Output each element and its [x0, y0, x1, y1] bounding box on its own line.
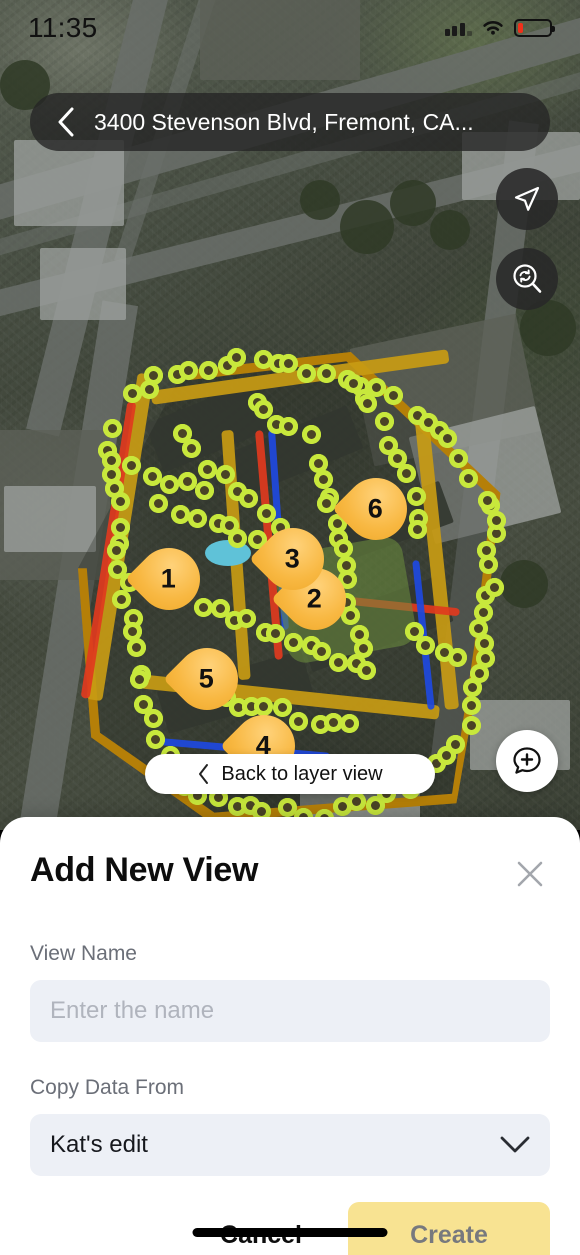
asset-marker[interactable] [279, 416, 299, 436]
chevron-down-icon [500, 1136, 530, 1152]
asset-marker[interactable] [122, 384, 142, 403]
asset-marker[interactable] [170, 505, 190, 525]
map-pin-label: 6 [368, 493, 384, 524]
address-bar[interactable]: 3400 Stevenson Blvd, Fremont, CA... [30, 93, 550, 151]
chevron-left-icon[interactable] [56, 106, 76, 138]
asset-marker[interactable] [473, 602, 493, 622]
map-tree [430, 210, 470, 250]
research-area-button[interactable] [496, 248, 558, 310]
sheet-header: Add New View [30, 851, 550, 894]
map-parking-lot [200, 0, 360, 80]
asset-marker[interactable] [354, 638, 374, 658]
navigate-arrow-icon [514, 186, 540, 211]
chevron-left-icon [199, 764, 209, 784]
copy-data-from-label: Copy Data From [30, 1076, 185, 1099]
asset-marker[interactable] [448, 448, 468, 468]
add-comment-button[interactable] [496, 730, 558, 792]
map-pin-label: 3 [285, 543, 301, 574]
view-name-label: View Name [30, 942, 137, 965]
asset-marker[interactable] [236, 608, 256, 628]
address-text: 3400 Stevenson Blvd, Fremont, CA... [94, 108, 474, 135]
copy-data-from-value: Kat's edit [50, 1131, 148, 1158]
asset-marker[interactable] [297, 363, 316, 383]
asset-marker[interactable] [106, 540, 126, 560]
map-building [40, 248, 126, 320]
map-tree [300, 180, 340, 220]
chat-plus-icon [513, 747, 541, 774]
asset-marker[interactable] [160, 474, 180, 494]
asset-marker[interactable] [253, 696, 273, 716]
asset-marker[interactable] [383, 386, 403, 405]
asset-marker[interactable] [195, 480, 215, 500]
asset-marker[interactable] [110, 492, 130, 512]
map-pin-label: 1 [161, 563, 177, 594]
navigate-button[interactable] [496, 168, 558, 230]
asset-marker[interactable] [407, 486, 426, 506]
map-building [14, 140, 124, 226]
asset-marker[interactable] [178, 360, 198, 380]
asset-marker[interactable] [461, 695, 481, 715]
map-pin-label: 2 [307, 583, 323, 614]
asset-marker[interactable] [311, 641, 331, 661]
close-x-icon [517, 861, 543, 887]
phone-screen: 123456 11:35 3400 Stevenson Blvd, Fremon… [0, 0, 580, 1255]
view-name-input[interactable] [30, 980, 550, 1042]
close-button[interactable] [510, 854, 550, 894]
asset-marker[interactable] [283, 632, 303, 652]
asset-marker[interactable] [146, 729, 165, 749]
search-refresh-icon [513, 264, 542, 293]
asset-marker[interactable] [227, 347, 247, 367]
asset-marker[interactable] [313, 469, 333, 489]
asset-marker[interactable] [396, 464, 416, 484]
back-to-layer-view-label: Back to layer view [221, 762, 383, 785]
add-new-view-sheet: Add New View View Name Copy Data From Ka… [0, 817, 580, 1255]
asset-marker[interactable] [484, 577, 504, 597]
asset-marker[interactable] [316, 363, 336, 383]
map-tree [390, 180, 436, 226]
asset-marker[interactable] [445, 735, 465, 755]
asset-marker[interactable] [415, 635, 435, 655]
asset-marker[interactable] [316, 493, 336, 513]
asset-marker[interactable] [346, 792, 366, 811]
back-to-layer-view-button[interactable]: Back to layer view [145, 754, 435, 794]
asset-marker[interactable] [239, 488, 259, 508]
asset-marker[interactable] [149, 493, 169, 513]
asset-marker[interactable] [181, 439, 201, 459]
asset-marker[interactable] [111, 589, 131, 609]
asset-marker[interactable] [437, 429, 457, 449]
asset-marker[interactable] [198, 361, 218, 381]
map-building [4, 486, 96, 552]
copy-data-from-select[interactable]: Kat's edit [30, 1114, 550, 1176]
asset-marker[interactable] [266, 623, 286, 643]
asset-marker[interactable] [339, 713, 359, 733]
map-pin-label: 5 [199, 663, 215, 694]
map-tree [340, 200, 394, 254]
asset-marker[interactable] [144, 365, 164, 385]
asset-marker[interactable] [228, 528, 248, 548]
home-indicator [192, 1228, 388, 1237]
page-title: Add New View [30, 851, 259, 889]
asset-marker[interactable] [333, 538, 353, 558]
asset-marker[interactable] [459, 468, 479, 488]
map-tree [500, 560, 548, 608]
asset-marker[interactable] [461, 715, 481, 735]
asset-marker[interactable] [356, 661, 376, 681]
